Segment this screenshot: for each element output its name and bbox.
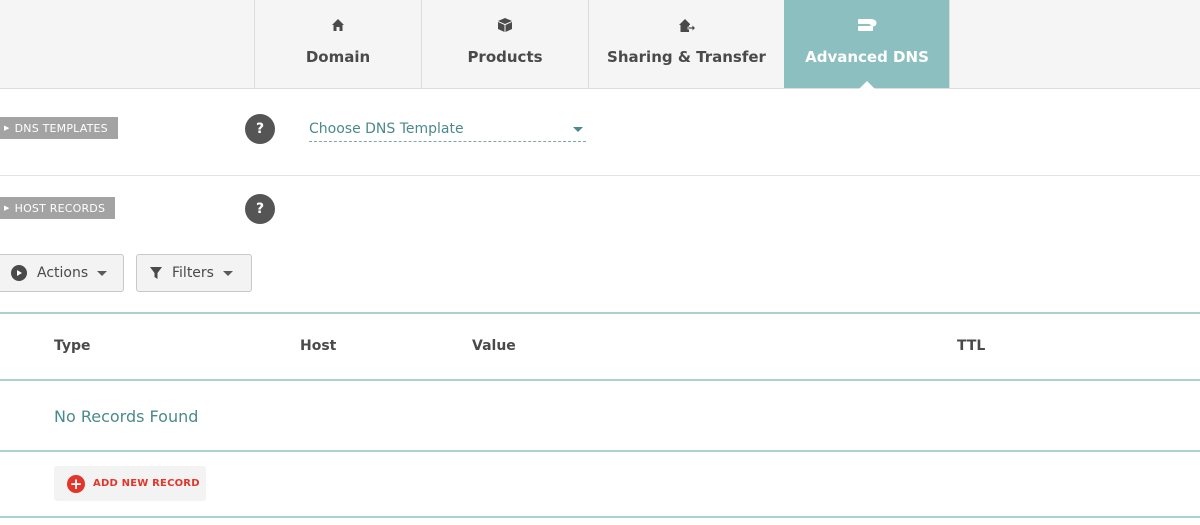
column-header-value: Value <box>472 338 516 354</box>
dns-templates-help-icon[interactable]: ? <box>245 114 275 144</box>
tab-sharing-transfer-label: Sharing & Transfer <box>607 48 766 66</box>
home-icon <box>328 15 348 35</box>
host-records-label[interactable]: ▶ HOST RECORDS <box>0 197 116 219</box>
chevron-down-icon <box>222 270 233 276</box>
column-header-ttl: TTL <box>957 338 986 354</box>
tab-domain[interactable]: Domain <box>254 0 421 88</box>
plus-icon: + <box>67 474 85 493</box>
chevron-down-icon <box>97 270 108 276</box>
tab-products[interactable]: Products <box>421 0 588 88</box>
table-body-border <box>0 450 1200 452</box>
dns-templates-text: DNS TEMPLATES <box>14 121 108 135</box>
actions-label: Actions <box>37 265 89 281</box>
help-mark: ? <box>255 201 265 217</box>
dns-templates-label[interactable]: ▶ DNS TEMPLATES <box>0 117 118 139</box>
host-records-text: HOST RECORDS <box>14 201 106 215</box>
tab-advanced-dns[interactable]: Advanced DNS <box>784 0 950 89</box>
table-header-border <box>0 379 1200 381</box>
tab-products-label: Products <box>467 48 543 66</box>
column-header-type: Type <box>54 338 91 354</box>
add-new-record-button[interactable]: + ADD NEW RECORD <box>54 466 206 501</box>
caret-right-icon: ▶ <box>4 204 10 212</box>
host-records-help-icon[interactable]: ? <box>245 194 275 224</box>
add-new-record-label: ADD NEW RECORD <box>93 478 200 489</box>
filter-icon <box>149 266 163 280</box>
filters-button[interactable]: Filters <box>136 254 252 292</box>
column-header-host: Host <box>300 338 337 354</box>
play-icon <box>11 265 27 281</box>
share-house-icon <box>677 15 697 35</box>
no-records-message: No Records Found <box>54 407 199 426</box>
table-bottom-border <box>0 516 1200 518</box>
tab-bar: Domain Products Sharing & Transfer Advan… <box>0 0 1200 89</box>
tab-sharing-transfer[interactable]: Sharing & Transfer <box>588 0 784 88</box>
caret-right-icon: ▶ <box>4 124 10 132</box>
server-icon <box>857 15 877 35</box>
chevron-down-icon <box>573 126 583 132</box>
tab-advanced-dns-label: Advanced DNS <box>805 48 929 66</box>
actions-button[interactable]: Actions <box>0 254 124 292</box>
tab-divider <box>949 0 950 88</box>
box-icon <box>495 15 515 35</box>
tab-domain-label: Domain <box>305 48 371 66</box>
dns-template-value: Choose DNS Template <box>309 121 464 137</box>
section-divider <box>0 175 1200 176</box>
table-top-border <box>0 312 1200 314</box>
help-mark: ? <box>255 121 265 137</box>
filters-label: Filters <box>172 265 214 281</box>
dns-template-select[interactable]: Choose DNS Template <box>309 117 586 142</box>
